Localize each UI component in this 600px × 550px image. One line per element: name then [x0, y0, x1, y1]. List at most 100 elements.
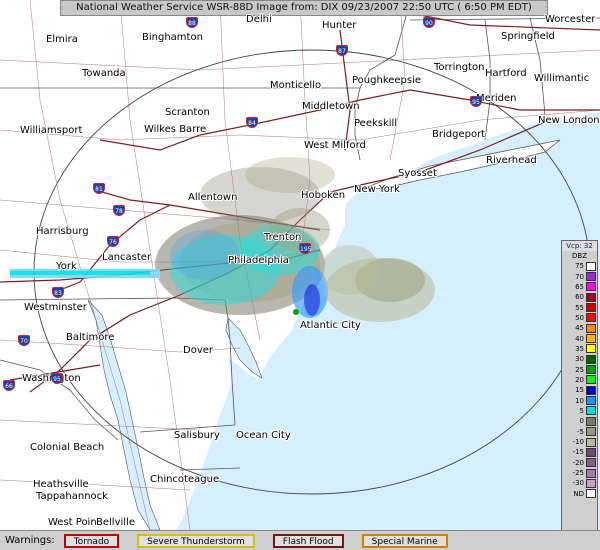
- city-label: Tappahannock: [36, 491, 108, 502]
- city-label: West Milford: [304, 140, 366, 151]
- city-label: Hunter: [322, 20, 357, 31]
- city-label: Heathsville: [33, 479, 89, 490]
- city-label: Atlantic City: [300, 320, 361, 331]
- legend-value: 75: [575, 262, 584, 271]
- legend-row: 25: [562, 364, 597, 375]
- legend-value: -5: [577, 427, 584, 436]
- legend-value: 35: [575, 344, 584, 353]
- legend-value: 30: [575, 355, 584, 364]
- radar-header: National Weather Service WSR-88D Image f…: [60, 0, 548, 16]
- legend-swatch: [586, 344, 596, 354]
- legend-swatch: [586, 303, 596, 313]
- legend-swatch: [586, 334, 596, 344]
- city-label: Springfield: [501, 31, 555, 42]
- city-label: Scranton: [165, 107, 210, 118]
- legend-swatch: [586, 427, 596, 437]
- city-label: Elmira: [46, 34, 78, 45]
- legend-swatch: [586, 437, 596, 447]
- legend-value: 45: [575, 324, 584, 333]
- city-label: Hartford: [485, 68, 527, 79]
- legend-swatch: [586, 416, 596, 426]
- legend-row: 5: [562, 406, 597, 416]
- legend-row: 40: [562, 333, 597, 344]
- city-label: Willimantic: [534, 73, 590, 84]
- city-label: Chincoteague: [150, 474, 220, 485]
- legend-value: -10: [572, 438, 584, 447]
- city-label: Delhi: [246, 14, 272, 25]
- legend-rows: 75 70 65 60 55 50 45 40 35 30 25 20 15 10 5 0 -5 -10 -15 -2…: [562, 261, 597, 499]
- city-label: Hoboken: [301, 190, 346, 201]
- city-label: Syosset: [398, 168, 437, 179]
- interstate-shield-icon: 195: [299, 243, 311, 254]
- city-label: Dover: [183, 345, 213, 356]
- legend-value: 5: [579, 406, 584, 415]
- legend-swatch: [586, 478, 596, 488]
- city-label: Westminster: [24, 302, 87, 313]
- city-label: Bridgeport: [432, 129, 486, 140]
- legend-row: 30: [562, 354, 597, 364]
- legend-swatch: [586, 365, 596, 375]
- city-label: Worcester: [545, 14, 596, 25]
- legend-swatch: [586, 385, 596, 395]
- city-label: Lancaster: [102, 252, 152, 263]
- legend-row: 15: [562, 385, 597, 395]
- legend-swatch: [586, 282, 596, 292]
- city-label: Monticello: [270, 80, 322, 91]
- legend-value: 55: [575, 303, 584, 312]
- legend-value: 20: [575, 375, 584, 384]
- city-label: Trenton: [264, 232, 302, 243]
- legend-vcp: Vcp: 32: [562, 241, 597, 251]
- legend-row: 20: [562, 375, 597, 385]
- city-label: Allentown: [188, 192, 238, 203]
- warnings-bar: Warnings: Tornado Severe Thunderstorm Fl…: [0, 530, 600, 550]
- city-label: Meriden: [476, 93, 517, 104]
- legend-value: 10: [575, 396, 584, 405]
- legend-swatch: [586, 354, 596, 364]
- legend-row: 55: [562, 302, 597, 313]
- legend-value: 60: [575, 293, 584, 302]
- legend-value: -30: [572, 479, 584, 488]
- legend-row: -25: [562, 468, 597, 478]
- city-label: Ocean City: [236, 430, 291, 441]
- legend-row: 70: [562, 271, 597, 282]
- legend-swatch: [586, 396, 596, 406]
- legend-unit: DBZ: [572, 252, 587, 260]
- city-label: Torrington: [434, 62, 485, 73]
- city-label: Baltimore: [66, 332, 115, 343]
- warning-tornado-button[interactable]: Tornado: [63, 533, 120, 548]
- warning-flash-flood-button[interactable]: Flash Flood: [272, 533, 344, 548]
- legend-row: 45: [562, 323, 597, 333]
- city-label: Middletown: [302, 101, 360, 112]
- legend-swatch: [586, 323, 596, 333]
- city-label: Poughkeepsie: [352, 75, 422, 86]
- legend-value: -20: [572, 458, 584, 467]
- city-label: New London: [538, 115, 600, 126]
- warnings-label: Warnings:: [5, 535, 55, 546]
- city-label: New York: [354, 184, 400, 195]
- city-label: Philadelphia: [228, 255, 289, 266]
- legend-row: 10: [562, 395, 597, 406]
- city-label: Riverhead: [486, 155, 537, 166]
- legend-value: 25: [575, 365, 584, 374]
- city-label: York: [56, 261, 77, 272]
- legend-row: -10: [562, 437, 597, 447]
- legend-swatch: [586, 292, 596, 302]
- legend-swatch: [586, 406, 596, 416]
- legend-value: -15: [572, 448, 584, 457]
- legend-swatch: [586, 489, 596, 499]
- legend-value: 70: [575, 272, 584, 281]
- legend-swatch: [586, 447, 596, 457]
- city-label: Binghamton: [142, 32, 203, 43]
- legend-row: 35: [562, 344, 597, 354]
- warning-special-marine-button[interactable]: Special Marine: [361, 533, 448, 548]
- legend-value: 40: [575, 334, 584, 343]
- legend-swatch: [586, 272, 596, 282]
- legend-row: ND: [562, 489, 597, 499]
- city-label: Salisbury: [174, 430, 220, 441]
- city-label: Colonial Beach: [30, 442, 105, 453]
- reflectivity-legend: Vcp: 32 DBZ 75 70 65 60 55 50 45 40 35 30 25 20 15 10…: [561, 240, 598, 543]
- legend-swatch: [586, 468, 596, 478]
- warning-severe-thunderstorm-button[interactable]: Severe Thunderstorm: [137, 533, 255, 548]
- legend-swatch: [586, 261, 596, 271]
- legend-row: -30: [562, 478, 597, 488]
